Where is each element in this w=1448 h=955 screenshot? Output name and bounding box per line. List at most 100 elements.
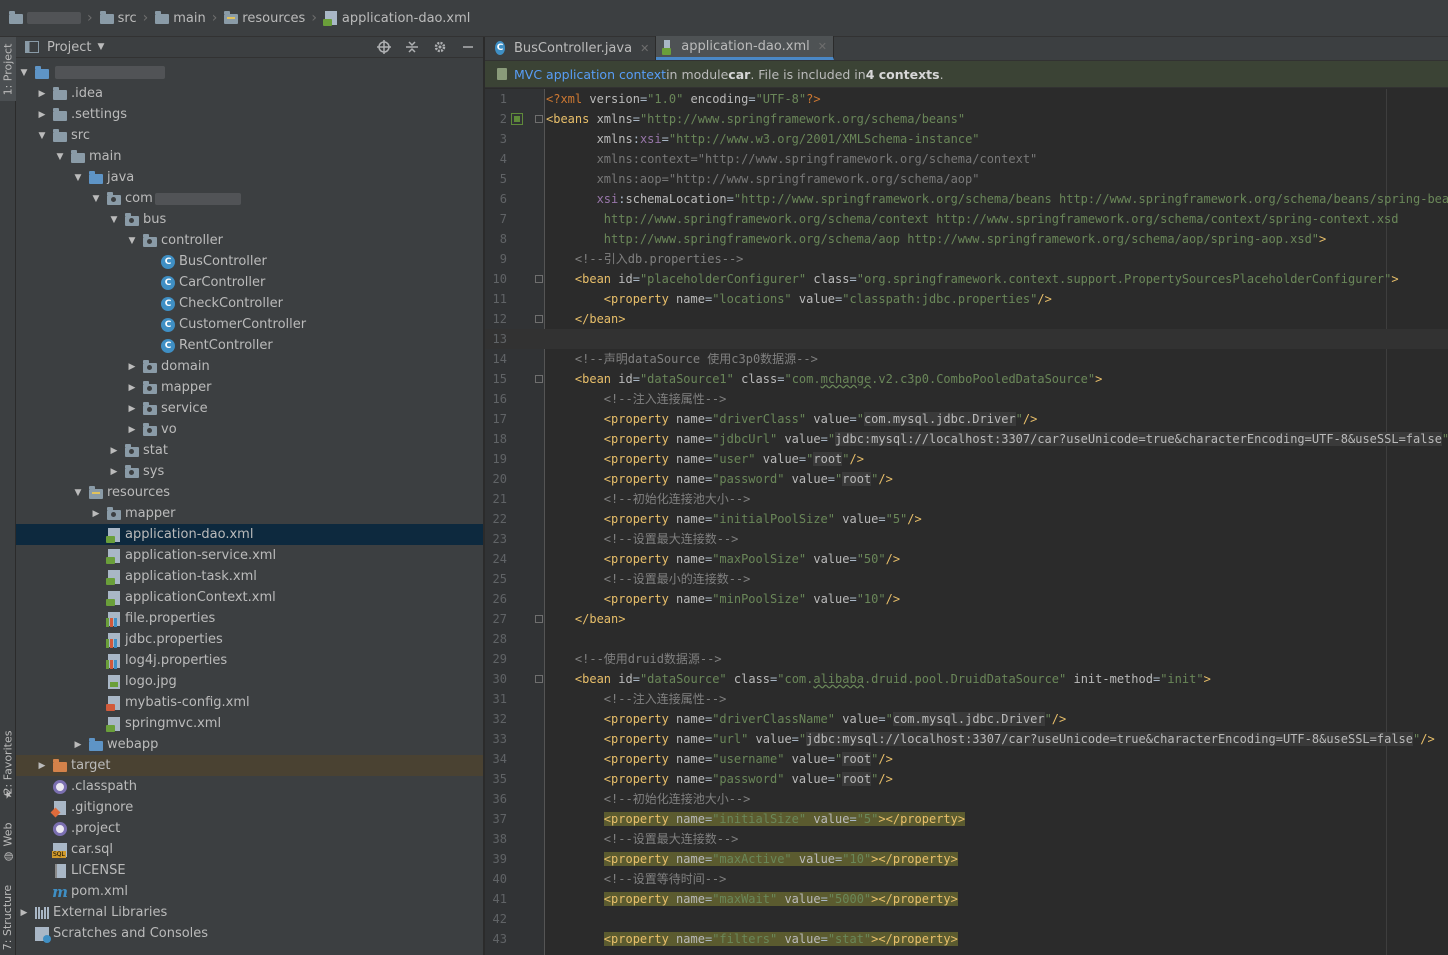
code-line[interactable]: 7 http://www.springframework.org/schema/… (485, 209, 1448, 229)
expand-arrow-down-icon[interactable]: ▼ (126, 235, 138, 247)
code-line[interactable]: 2 <beans xmlns="http://www.springframewor… (485, 109, 1448, 129)
code-line[interactable]: 39 <property name="maxActive" value="10"… (485, 849, 1448, 869)
code-line[interactable]: 23 <!--设置最大连接数--> (485, 529, 1448, 549)
tree-item[interactable]: LICENSE (16, 860, 483, 881)
expand-arrow-right-icon[interactable]: ▶ (90, 508, 102, 520)
project-view-selector[interactable]: Project (47, 40, 91, 55)
minimize-icon[interactable] (459, 38, 477, 56)
tab-bus-controller[interactable]: C BusController.java ✕ (489, 36, 657, 60)
tree-item[interactable]: log4j.properties (16, 650, 483, 671)
code-line[interactable]: 36 <!--初始化连接池大小--> (485, 789, 1448, 809)
tree-item[interactable]: m pom.xml (16, 881, 483, 902)
expand-arrow-right-icon[interactable]: ▶ (126, 361, 138, 373)
tree-item[interactable]: C CustomerController (16, 314, 483, 335)
tool-tab-structure[interactable]: 7: Structure (0, 879, 16, 955)
tree-item[interactable]: Scratches and Consoles (16, 923, 483, 944)
breadcrumb-file[interactable]: application-dao.xml (319, 6, 474, 30)
fold-marker-icon[interactable] (535, 615, 543, 623)
code-line[interactable]: 29 <!--使用druid数据源--> (485, 649, 1448, 669)
tree-item[interactable]: ▶ vo (16, 419, 483, 440)
code-line[interactable]: 17 <property name="driverClass" value="c… (485, 409, 1448, 429)
expand-arrow-right-icon[interactable]: ▶ (126, 424, 138, 436)
code-line[interactable]: 6 xsi:schemaLocation="http://www.springf… (485, 189, 1448, 209)
tree-item[interactable]: springmvc.xml (16, 713, 483, 734)
tree-item[interactable]: mybatis-config.xml (16, 692, 483, 713)
code-editor[interactable]: 1 <?xml version="1.0" encoding="UTF-8"?> 2… (485, 89, 1448, 955)
code-line[interactable]: 10 <bean id="placeholderConfigurer" clas… (485, 269, 1448, 289)
tree-item[interactable]: ▼ java (16, 167, 483, 188)
code-line[interactable]: 30 <bean id="dataSource" class="com.alib… (485, 669, 1448, 689)
code-line[interactable]: 31 <!--注入连接属性--> (485, 689, 1448, 709)
tree-item[interactable]: ▶ domain (16, 356, 483, 377)
expand-arrow-right-icon[interactable]: ▶ (36, 760, 48, 772)
code-line[interactable]: 18 <property name="jdbcUrl" value="jdbc:… (485, 429, 1448, 449)
tree-item[interactable]: C BusController (16, 251, 483, 272)
mvc-context-link[interactable]: MVC application context (514, 67, 666, 82)
code-line[interactable]: 37 <property name="initialSize" value="5… (485, 809, 1448, 829)
expand-arrow-down-icon[interactable]: ▼ (108, 214, 120, 226)
tree-item[interactable]: ▶ .settings (16, 104, 483, 125)
code-line[interactable]: 1 <?xml version="1.0" encoding="UTF-8"?> (485, 89, 1448, 109)
expand-arrow-right-icon[interactable]: ▶ (18, 907, 30, 919)
tree-item[interactable]: applicationContext.xml (16, 587, 483, 608)
close-icon[interactable]: ✕ (818, 40, 827, 53)
tree-item[interactable]: ▶ stat (16, 440, 483, 461)
code-line[interactable]: 41 <property name="maxWait" value="5000"… (485, 889, 1448, 909)
code-line[interactable]: 24 <property name="maxPoolSize" value="5… (485, 549, 1448, 569)
code-line[interactable]: 13 (485, 329, 1448, 349)
code-line[interactable]: 40 <!--设置等待时间--> (485, 869, 1448, 889)
tree-item[interactable]: C RentController (16, 335, 483, 356)
code-line[interactable]: 5 xmlns:aop="http://www.springframework.… (485, 169, 1448, 189)
tree-item[interactable]: ▶ mapper (16, 503, 483, 524)
expand-arrow-right-icon[interactable]: ▶ (126, 382, 138, 394)
gear-icon[interactable] (431, 38, 449, 56)
expand-arrow-down-icon[interactable]: ▼ (18, 67, 30, 79)
collapse-all-icon[interactable] (403, 38, 421, 56)
tree-item[interactable]: ▶ mapper (16, 377, 483, 398)
spring-bean-gutter-icon[interactable] (511, 113, 523, 125)
tree-item[interactable]: ▼ resources (16, 482, 483, 503)
tool-tab-web[interactable]: Web (0, 819, 16, 849)
code-line[interactable]: 4 xmlns:context="http://www.springframew… (485, 149, 1448, 169)
code-line[interactable]: 32 <property name="driverClassName" valu… (485, 709, 1448, 729)
expand-arrow-down-icon[interactable]: ▼ (54, 151, 66, 163)
tree-item[interactable]: ▶ sys (16, 461, 483, 482)
code-line[interactable]: 25 <!--设置最小的连接数--> (485, 569, 1448, 589)
expand-arrow-right-icon[interactable]: ▶ (36, 109, 48, 121)
tree-item[interactable]: ▼ controller (16, 230, 483, 251)
tool-tab-project[interactable]: 1: Project (0, 37, 16, 101)
tree-item[interactable]: C CheckController (16, 293, 483, 314)
expand-arrow-right-icon[interactable]: ▶ (108, 445, 120, 457)
code-line[interactable]: 12 </bean> (485, 309, 1448, 329)
code-line[interactable]: 3 xmlns:xsi="http://www.w3.org/2001/XMLS… (485, 129, 1448, 149)
tree-item[interactable]: application-service.xml (16, 545, 483, 566)
expand-arrow-right-icon[interactable]: ▶ (36, 88, 48, 100)
expand-arrow-down-icon[interactable]: ▼ (72, 172, 84, 184)
code-line[interactable]: 19 <property name="user" value="root"/> (485, 449, 1448, 469)
code-line[interactable]: 8 http://www.springframework.org/schema/… (485, 229, 1448, 249)
expand-arrow-right-icon[interactable]: ▶ (108, 466, 120, 478)
code-line[interactable]: 15 <bean id="dataSource1" class="com.mch… (485, 369, 1448, 389)
tree-item[interactable]: ▶ webapp (16, 734, 483, 755)
tree-item[interactable]: .classpath (16, 776, 483, 797)
breadcrumb-main[interactable]: main (150, 6, 209, 30)
tree-item[interactable]: file.properties (16, 608, 483, 629)
tree-item[interactable]: ▼ bus (16, 209, 483, 230)
expand-arrow-right-icon[interactable]: ▶ (126, 403, 138, 415)
code-line[interactable]: 43 <property name="filters" value="stat"… (485, 929, 1448, 949)
tree-item[interactable]: ▶ External Libraries (16, 902, 483, 923)
fold-marker-icon[interactable] (535, 315, 543, 323)
chevron-down-icon[interactable]: ▼ (97, 42, 104, 52)
code-line[interactable]: 20 <property name="password" value="root… (485, 469, 1448, 489)
tree-item[interactable]: .gitignore (16, 797, 483, 818)
code-line[interactable]: 22 <property name="initialPoolSize" valu… (485, 509, 1448, 529)
tree-item[interactable]: jdbc.properties (16, 629, 483, 650)
expand-arrow-down-icon[interactable]: ▼ (36, 130, 48, 142)
tree-item[interactable]: ▼ (16, 62, 483, 83)
expand-arrow-down-icon[interactable]: ▼ (72, 487, 84, 499)
code-line[interactable]: 16 <!--注入连接属性--> (485, 389, 1448, 409)
tree-item[interactable]: ▼ main (16, 146, 483, 167)
fold-marker-icon[interactable] (535, 115, 543, 123)
code-line[interactable]: 21 <!--初始化连接池大小--> (485, 489, 1448, 509)
tree-item[interactable]: logo.jpg (16, 671, 483, 692)
